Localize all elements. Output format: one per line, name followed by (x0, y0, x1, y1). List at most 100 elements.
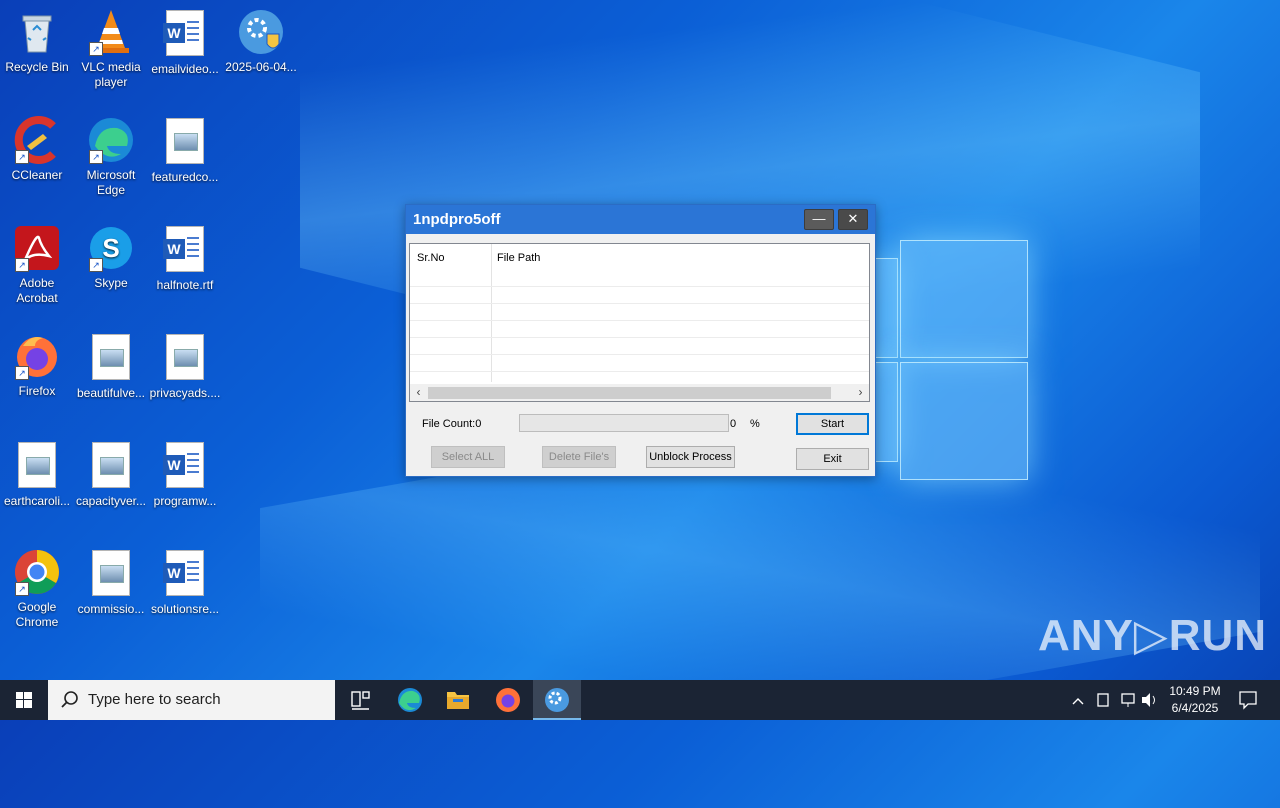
row-gridline (410, 337, 869, 338)
desktop-icon-label: privacyads.... (149, 386, 221, 400)
horizontal-scrollbar[interactable]: ‹ › (410, 384, 869, 401)
row-gridline (410, 286, 869, 287)
firefox-icon (496, 688, 520, 712)
chrome-icon: ↗ (13, 548, 61, 596)
task-view-icon (351, 691, 370, 710)
desktop-icon-recycle-bin[interactable]: Recycle Bin (0, 8, 74, 75)
search-placeholder: Type here to search (88, 691, 221, 708)
desktop-icon-beautifulve[interactable]: beautifulve... (74, 332, 148, 401)
image-file-icon (87, 442, 135, 490)
shortcut-arrow-icon: ↗ (15, 366, 29, 380)
taskbar-search-box[interactable]: Type here to search (48, 680, 335, 720)
vlc-cone-icon: ↗ (87, 8, 135, 56)
taskbar-active-app[interactable] (533, 680, 581, 720)
minimize-button[interactable]: — (804, 209, 834, 230)
desktop-icon-label: VLC media player (81, 60, 141, 89)
taskbar-firefox[interactable] (484, 680, 532, 720)
desktop-icon-vlc[interactable]: ↗ VLC media player (74, 8, 148, 90)
volume-icon (1142, 693, 1155, 707)
word-document-icon: W (161, 10, 209, 58)
device-icon (1097, 693, 1109, 707)
taskbar-file-explorer[interactable] (434, 680, 482, 720)
shortcut-arrow-icon: ↗ (15, 258, 29, 272)
scroll-right-icon[interactable]: › (852, 384, 869, 401)
desktop-icon-skype[interactable]: S ↗ Skype (74, 224, 148, 291)
desktop-icon-label: Recycle Bin (5, 60, 69, 74)
close-button[interactable]: ✕ (838, 209, 868, 230)
desktop-icon-ccleaner[interactable]: ↗ CCleaner (0, 116, 74, 183)
word-document-icon: W (161, 442, 209, 490)
acrobat-icon: ↗ (13, 224, 61, 272)
scroll-left-icon[interactable]: ‹ (410, 384, 427, 401)
notification-center-button[interactable] (1232, 680, 1272, 720)
notification-icon (1239, 691, 1257, 710)
desktop-icon-label: Skype (94, 276, 128, 290)
desktop-icon-emailvideo[interactable]: W emailvideo... (148, 8, 222, 77)
desktop-icon-label: Microsoft Edge (86, 168, 136, 197)
shortcut-arrow-icon: ↗ (89, 258, 103, 272)
desktop-icon-featuredco[interactable]: featuredco... (148, 116, 222, 185)
column-divider (491, 244, 492, 382)
gear-app-icon (545, 688, 569, 712)
image-file-icon (87, 550, 135, 598)
desktop-icon-label: 2025-06-04... (225, 60, 297, 74)
chevron-up-icon (1072, 698, 1084, 705)
desktop-icon-commissio[interactable]: commissio... (74, 548, 148, 617)
desktop-icon-label: Firefox (18, 384, 56, 398)
word-document-icon: W (161, 226, 209, 274)
desktop-icon-firefox[interactable]: ↗ Firefox (0, 332, 74, 399)
ccleaner-icon: ↗ (13, 116, 61, 164)
start-button[interactable]: Start (796, 413, 869, 435)
percent-sign: % (750, 418, 760, 430)
desktop-icon-label: emailvideo... (151, 62, 219, 76)
desktop-icon-label: earthcaroli... (3, 494, 71, 508)
desktop-icon-label: programw... (153, 494, 217, 508)
row-gridline (410, 320, 869, 321)
task-view-button[interactable] (336, 680, 384, 720)
clock-date: 6/4/2025 (1171, 701, 1219, 715)
exit-button[interactable]: Exit (796, 448, 869, 470)
select-all-button[interactable]: Select ALL (431, 446, 505, 468)
list-header: Sr.No File Path (410, 244, 869, 286)
taskbar-edge[interactable] (386, 680, 434, 720)
recycle-bin-icon (13, 8, 61, 56)
start-button[interactable] (0, 680, 48, 720)
system-tray (1068, 680, 1158, 720)
row-gridline (410, 371, 869, 372)
image-file-icon (161, 334, 209, 382)
desktop-icon-label: solutionsre... (150, 602, 220, 616)
desktop-icon-earthcaroli[interactable]: earthcaroli... (0, 440, 74, 509)
desktop-icon-privacyads[interactable]: privacyads.... (148, 332, 222, 401)
desktop-icon-halfnote[interactable]: W halfnote.rtf (148, 224, 222, 293)
column-header-filepath[interactable]: File Path (497, 252, 540, 264)
image-file-icon (161, 118, 209, 166)
folder-icon (447, 692, 469, 709)
firefox-icon: ↗ (13, 332, 61, 380)
desktop-icon-label: beautifulve... (76, 386, 146, 400)
gear-shield-icon (237, 8, 285, 56)
delete-files-button[interactable]: Delete File's (542, 446, 616, 468)
desktop-icon-chrome[interactable]: ↗ Google Chrome (0, 548, 74, 630)
scroll-thumb[interactable] (428, 387, 831, 399)
desktop-icon-edge[interactable]: ↗ Microsoft Edge (74, 116, 148, 198)
taskbar-clock[interactable]: 10:49 PM 6/4/2025 (1160, 683, 1230, 717)
svg-text:S: S (102, 233, 119, 263)
windows-logo-wallpaper (870, 240, 1030, 480)
search-icon (61, 691, 78, 708)
desktop-icon-label: capacityver... (75, 494, 147, 508)
desktop-icon-programw[interactable]: W programw... (148, 440, 222, 509)
edge-icon (398, 688, 422, 712)
file-list[interactable]: Sr.No File Path ‹ › (409, 243, 870, 402)
desktop-icon-capacityver[interactable]: capacityver... (74, 440, 148, 509)
progress-value: 0 (730, 418, 737, 430)
desktop-icon-solutionsre[interactable]: W solutionsre... (148, 548, 222, 617)
shortcut-arrow-icon: ↗ (89, 42, 103, 56)
desktop-icon-acrobat[interactable]: ↗ Adobe Acrobat (0, 224, 74, 306)
desktop-icon-label: CCleaner (11, 168, 63, 182)
network-icon (1121, 693, 1135, 707)
desktop-icon-2025-06-04[interactable]: 2025-06-04... (224, 8, 298, 75)
row-gridline (410, 303, 869, 304)
unblock-process-button[interactable]: Unblock Process (646, 446, 735, 468)
column-header-srno[interactable]: Sr.No (417, 252, 445, 264)
dialog-titlebar[interactable]: 1npdpro5off — ✕ (406, 205, 875, 234)
